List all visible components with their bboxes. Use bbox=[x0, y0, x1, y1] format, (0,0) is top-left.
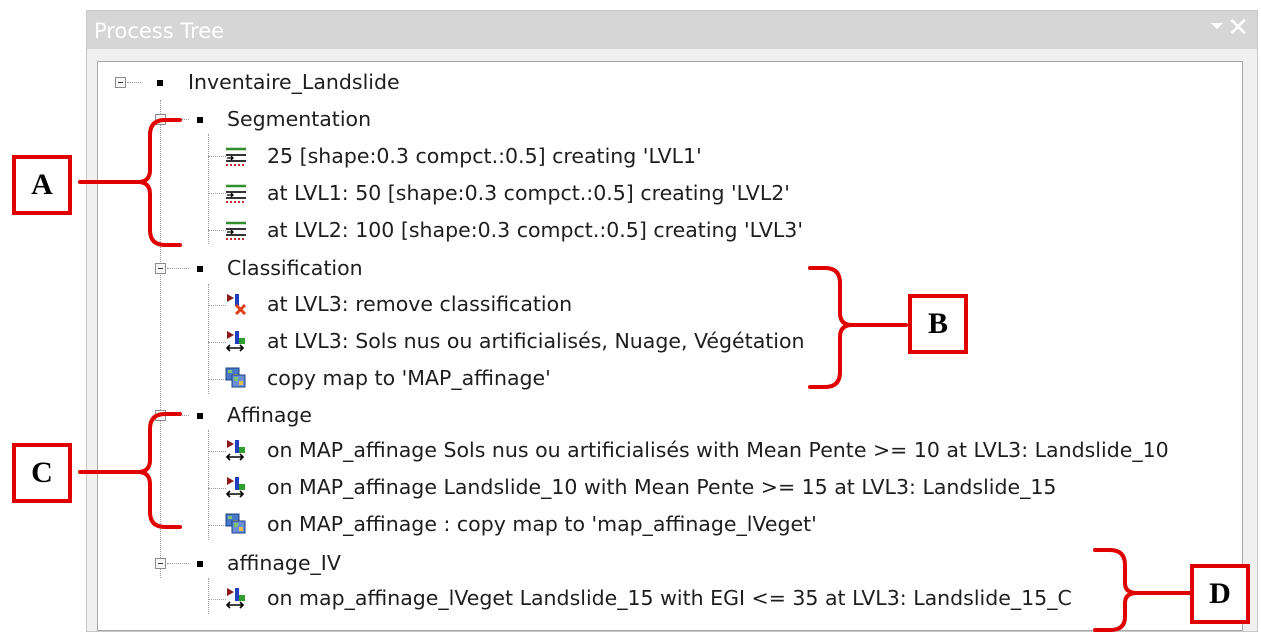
collapse-toggle[interactable] bbox=[155, 263, 166, 274]
collapse-toggle[interactable] bbox=[155, 558, 166, 569]
process-bullet-icon bbox=[197, 561, 203, 567]
remove-classification-icon bbox=[227, 294, 247, 315]
process-tree: Inventaire_Landslide Segmentation 25 [sh… bbox=[97, 61, 1243, 631]
tree-guide-line bbox=[208, 134, 209, 244]
segmentation-icon bbox=[226, 184, 246, 203]
tree-connector bbox=[208, 305, 226, 306]
tree-item-label: 25 [shape:0.3 compct.:0.5] creating 'LVL… bbox=[267, 144, 702, 168]
tree-connector bbox=[167, 415, 189, 416]
assign-class-icon bbox=[225, 588, 245, 609]
collapse-toggle[interactable] bbox=[155, 114, 166, 125]
tree-item-label: at LVL3: Sols nus ou artificialisés, Nua… bbox=[267, 329, 805, 353]
tree-connector bbox=[208, 599, 226, 600]
tree-group-label: Classification bbox=[227, 256, 363, 280]
collapse-toggle[interactable] bbox=[155, 410, 166, 421]
tree-connector bbox=[127, 82, 141, 83]
assign-class-icon bbox=[225, 477, 245, 498]
process-bullet-icon bbox=[197, 413, 203, 419]
tree-connector bbox=[208, 193, 226, 194]
copy-map-icon bbox=[225, 367, 246, 388]
process-bullet-icon bbox=[197, 266, 203, 272]
segmentation-icon bbox=[226, 221, 246, 240]
tree-connector bbox=[208, 525, 226, 526]
panel-title-bar: Process Tree ✕ bbox=[87, 11, 1257, 49]
tree-item-label: copy map to 'MAP_affinage' bbox=[267, 366, 551, 390]
close-icon[interactable]: ✕ bbox=[1227, 13, 1249, 43]
tree-connector bbox=[208, 451, 226, 452]
process-bullet-icon bbox=[197, 117, 203, 123]
tree-connector bbox=[208, 488, 226, 489]
annotation-label-b: B bbox=[908, 294, 968, 354]
segmentation-icon bbox=[226, 147, 246, 166]
tree-connector bbox=[208, 342, 226, 343]
tree-connector bbox=[167, 563, 189, 564]
tree-item-label: on MAP_affinage : copy map to 'map_affin… bbox=[267, 512, 817, 536]
copy-map-icon bbox=[225, 513, 246, 534]
tree-group-label: affinage_IV bbox=[227, 551, 341, 575]
tree-guide-line bbox=[208, 430, 209, 540]
annotation-label-c: C bbox=[12, 443, 72, 503]
tree-connector bbox=[208, 379, 226, 380]
tree-connector bbox=[167, 119, 189, 120]
assign-class-icon bbox=[225, 440, 245, 461]
tree-connector bbox=[208, 230, 226, 231]
tree-item-label: at LVL1: 50 [shape:0.3 compct.:0.5] crea… bbox=[267, 181, 790, 205]
process-bullet-icon bbox=[157, 80, 163, 86]
assign-class-icon bbox=[225, 331, 245, 352]
tree-guide-line bbox=[208, 284, 209, 394]
process-tree-panel: Process Tree ✕ Inventaire_Landslide Segm… bbox=[86, 10, 1258, 632]
tree-item-label: at LVL2: 100 [shape:0.3 compct.:0.5] cre… bbox=[267, 218, 803, 242]
annotation-label-d: D bbox=[1190, 564, 1250, 624]
chevron-down-icon[interactable] bbox=[1211, 23, 1223, 29]
collapse-toggle[interactable] bbox=[115, 77, 126, 88]
tree-guide-line bbox=[208, 578, 209, 614]
tree-group-label: Segmentation bbox=[227, 107, 372, 131]
tree-root-label: Inventaire_Landslide bbox=[188, 70, 400, 94]
tree-item-label: at LVL3: remove classification bbox=[267, 292, 573, 316]
tree-item-label: on MAP_affinage Sols nus ou artificialis… bbox=[267, 438, 1169, 462]
tree-connector bbox=[167, 268, 189, 269]
tree-connector bbox=[208, 156, 226, 157]
annotation-label-a: A bbox=[12, 155, 72, 215]
tree-item-label: on map_affinage_lVeget Landslide_15 with… bbox=[267, 586, 1072, 610]
tree-guide-line bbox=[160, 100, 161, 578]
tree-group-label: Affinage bbox=[227, 403, 313, 427]
tree-item-label: on MAP_affinage Landslide_10 with Mean P… bbox=[267, 475, 1057, 499]
panel-title: Process Tree bbox=[94, 19, 225, 43]
